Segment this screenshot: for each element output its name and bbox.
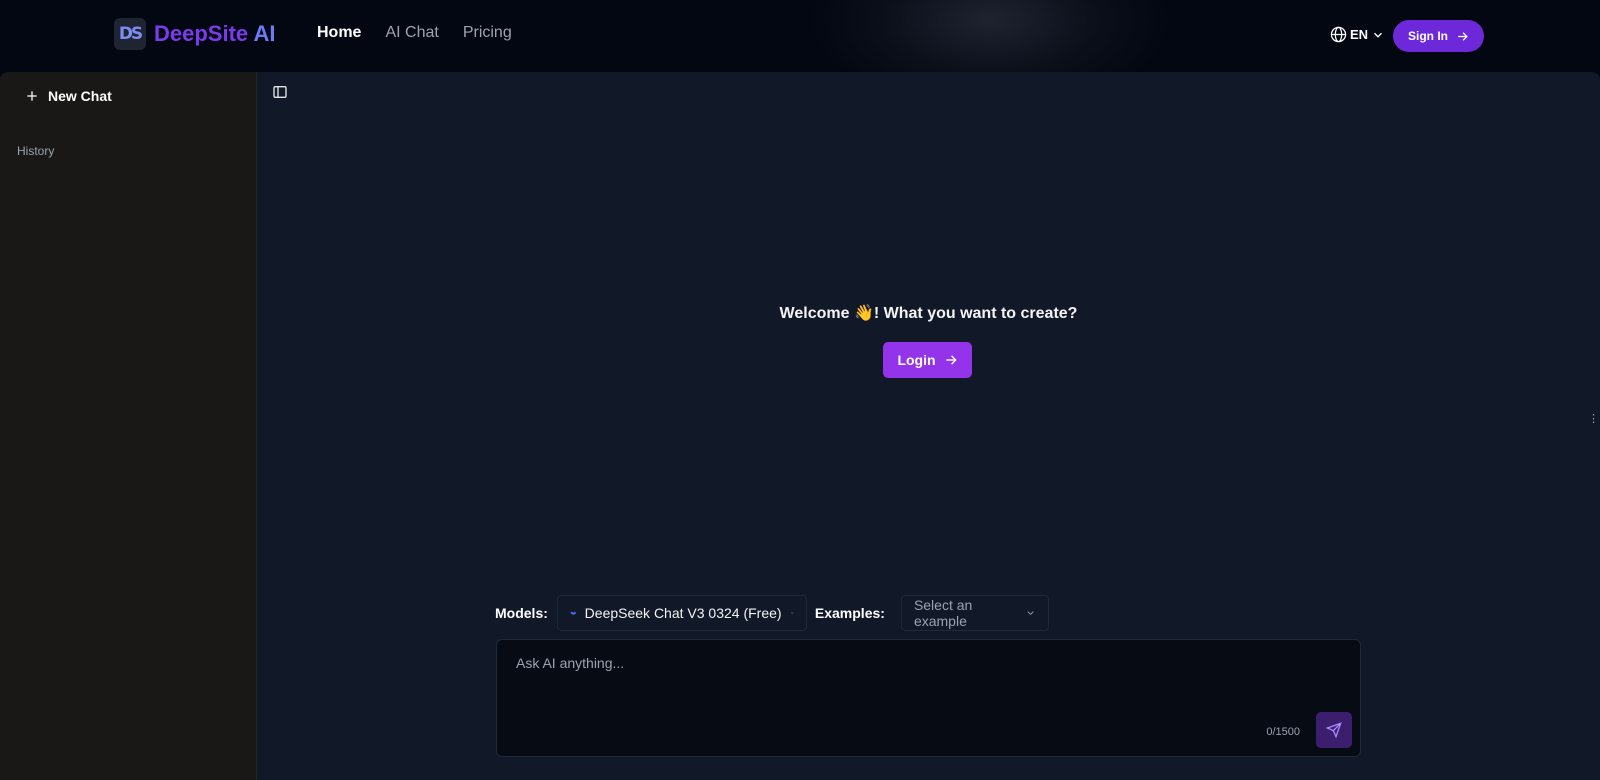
example-select[interactable]: Select an example	[900, 595, 1049, 631]
arrow-right-icon	[945, 355, 957, 365]
globe-icon	[1330, 26, 1347, 43]
main-nav: Home AI Chat Pricing	[317, 24, 512, 42]
send-icon	[1326, 722, 1342, 738]
new-chat-label: New Chat	[48, 88, 112, 104]
whale-icon	[570, 611, 577, 615]
login-button[interactable]: Login	[883, 342, 972, 378]
send-button[interactable]	[1316, 712, 1352, 748]
chat-input[interactable]	[497, 640, 1360, 756]
models-label: Models:	[495, 605, 548, 621]
nav-home[interactable]: Home	[317, 24, 361, 42]
sidebar-toggle-icon	[273, 86, 287, 98]
sidebar: New Chat History	[0, 72, 257, 780]
examples-label: Examples:	[814, 605, 885, 621]
new-chat-button[interactable]: New Chat	[25, 88, 112, 104]
language-code: EN	[1350, 27, 1369, 42]
logo-mark: DS	[114, 18, 146, 50]
main-panel: Welcome 👋! What you want to create? Logi…	[257, 72, 1600, 780]
brand-name-part1: DeepSite	[154, 21, 249, 46]
resize-handle-icon[interactable]: ⋮	[1588, 412, 1599, 425]
model-select[interactable]: DeepSeek Chat V3 0324 (Free)	[556, 595, 807, 631]
top-navbar: DS DeepSite AI Home AI Chat Pricing EN S…	[0, 0, 1600, 72]
login-label: Login	[897, 352, 936, 368]
chat-composer: 0/1500	[496, 639, 1361, 757]
language-selector[interactable]: EN	[1330, 26, 1385, 43]
example-select-placeholder: Select an example	[913, 597, 973, 629]
char-counter: 0/1500	[1266, 726, 1300, 738]
nav-pricing[interactable]: Pricing	[463, 24, 512, 42]
welcome-message: Welcome 👋! What you want to create?	[779, 305, 1078, 322]
sign-in-label: Sign In	[1408, 29, 1448, 43]
chevron-down-icon	[790, 612, 793, 614]
arrow-right-icon	[1458, 31, 1468, 41]
composer-controls: Models: DeepSeek Chat V3 0324 (Free) Exa…	[495, 595, 1361, 631]
chevron-down-icon	[1374, 32, 1383, 38]
chevron-down-icon	[1027, 611, 1034, 616]
history-heading: History	[17, 144, 55, 158]
brand-name: DeepSite AI	[154, 21, 275, 47]
sidebar-toggle-button[interactable]	[272, 84, 288, 100]
brand-logo[interactable]: DS DeepSite AI	[114, 18, 275, 50]
brand-name-part2: AI	[248, 21, 276, 46]
selected-model-name: DeepSeek Chat V3 0324 (Free)	[584, 605, 782, 621]
nav-ai-chat[interactable]: AI Chat	[385, 24, 438, 42]
plus-icon	[27, 91, 37, 101]
sign-in-button[interactable]: Sign In	[1393, 20, 1484, 52]
